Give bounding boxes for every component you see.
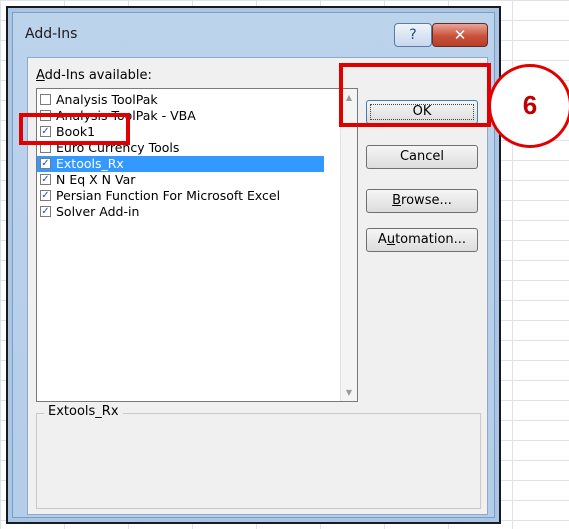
list-item-label: Extools_Rx — [56, 156, 124, 171]
cancel-button[interactable]: Cancel — [366, 145, 478, 169]
close-button[interactable]: ✕ — [432, 23, 488, 47]
checkbox[interactable]: ✓ — [40, 206, 51, 217]
description-groupbox — [36, 413, 481, 509]
checkbox[interactable]: ✓ — [40, 190, 51, 201]
book1-highlight-box — [19, 113, 130, 145]
browse-button[interactable]: Browse... — [366, 189, 478, 213]
list-item-label: N Eq X N Var — [56, 172, 136, 187]
close-icon: ✕ — [453, 26, 467, 44]
list-item-label: Persian Function For Microsoft Excel — [56, 188, 281, 203]
checkbox[interactable]: ✓ — [40, 174, 51, 185]
add-ins-available-label: Add-Ins available: — [36, 68, 152, 83]
step-number-badge: 6 — [488, 64, 569, 148]
description-title: Extools_Rx — [44, 404, 123, 419]
checkbox[interactable]: ✓ — [40, 158, 51, 169]
list-item[interactable]: ✓ Extools_Rx — [37, 156, 324, 172]
title-bar[interactable]: Add-Ins ? ✕ — [13, 13, 494, 57]
cancel-button-label: Cancel — [399, 149, 445, 164]
dialog-title: Add-Ins — [25, 26, 78, 42]
ok-highlight-box — [339, 63, 491, 127]
automation-button[interactable]: Automation... — [366, 228, 478, 252]
scroll-down-icon[interactable]: ▼ — [341, 384, 357, 401]
help-button[interactable]: ? — [394, 23, 432, 47]
listbox-scrollbar[interactable]: ▲ ▼ — [340, 89, 357, 401]
help-icon: ? — [409, 27, 417, 43]
checkbox[interactable] — [40, 94, 51, 105]
browse-button-label: Browse... — [392, 193, 452, 208]
list-item-label: Analysis ToolPak — [56, 92, 158, 107]
list-item-label: Solver Add-in — [56, 204, 140, 219]
automation-button-label: Automation... — [377, 232, 467, 247]
